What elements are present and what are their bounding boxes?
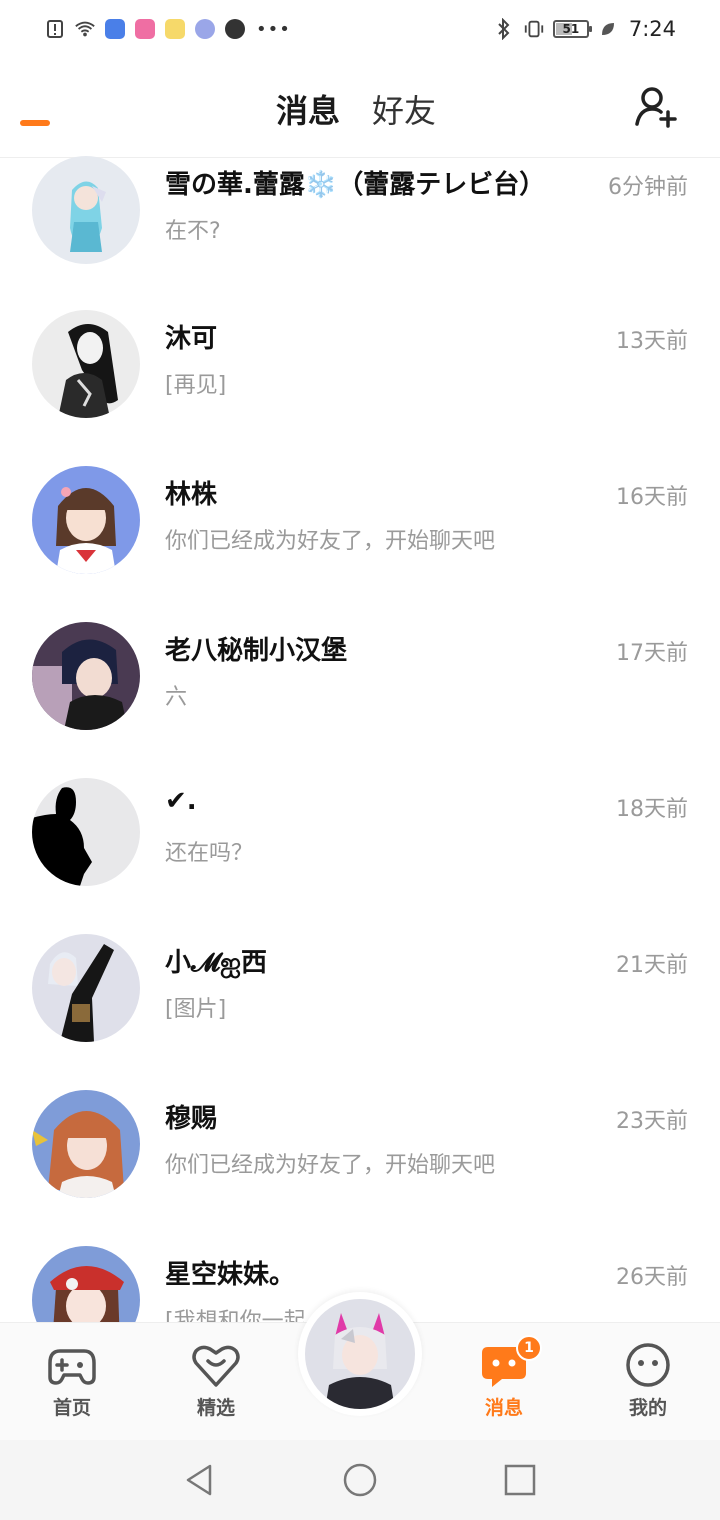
status-bar: ••• 51 7:24 [0, 0, 720, 58]
gamepad-icon [48, 1349, 96, 1385]
contact-name: 雪の華.蕾露❄️（蕾露テレビ台） [165, 170, 546, 200]
avatar [32, 934, 140, 1042]
bluetooth-icon [493, 18, 515, 40]
nav-me-label: 我的 [628, 1397, 667, 1419]
message-row[interactable]: 雪の華.蕾露❄️（蕾露テレビ台） 在不? 6分钟前 [0, 156, 720, 312]
contact-name: 穆赐 [165, 1104, 218, 1134]
avatar [32, 622, 140, 730]
message-row[interactable]: ✔. 还在吗？ 18天前 [0, 778, 720, 934]
center-avatar-button[interactable] [298, 1292, 422, 1416]
clock: 7:24 [628, 17, 676, 41]
nav-featured-label: 精选 [196, 1397, 235, 1419]
contact-name: 林株 [165, 480, 218, 510]
avatar [32, 1090, 140, 1198]
home-button[interactable] [342, 1462, 378, 1498]
wifi-icon [74, 18, 96, 40]
message-time: 6分钟前 [608, 175, 688, 200]
message-time: 23天前 [616, 1109, 688, 1134]
message-time: 16天前 [616, 485, 688, 510]
nav-home-label: 首页 [52, 1397, 91, 1419]
contact-name: ✔. [165, 786, 197, 816]
vibrate-icon [523, 18, 545, 40]
battery-percentage: 51 [562, 22, 580, 36]
tiktok-icon [224, 18, 246, 40]
nav-messages-label: 消息 [484, 1397, 523, 1419]
message-preview: [再见] [165, 373, 227, 398]
messages-screen: ••• 51 7:24 消息 好友 雪の華.蕾露❄️（蕾露テレビ台） 在不? 6… [0, 0, 720, 1520]
more-notifications-icon: ••• [256, 18, 291, 40]
music-app-icon [194, 18, 216, 40]
yellow-app-icon [164, 18, 186, 40]
alert-icon [44, 18, 66, 40]
nav-featured[interactable]: 精选 [176, 1341, 256, 1420]
shield-app-icon [104, 18, 126, 40]
pink-app-icon [134, 18, 156, 40]
message-preview: 在不? [165, 219, 221, 244]
message-row[interactable]: 老八秘制小汉堡 六 17天前 [0, 622, 720, 778]
avatar [32, 1246, 140, 1322]
message-time: 18天前 [616, 797, 688, 822]
heart-smile-icon [192, 1345, 240, 1387]
system-nav-bar [0, 1440, 720, 1520]
contact-name: 星空妹妹。 [165, 1260, 296, 1290]
leaf-icon [597, 18, 619, 40]
status-icons-left: ••• [44, 14, 291, 44]
status-icons-right: 51 7:24 [493, 14, 676, 44]
message-list: 雪の華.蕾露❄️（蕾露テレビ台） 在不? 6分钟前 沐可 [再见] 13天前 林… [0, 120, 720, 1322]
message-preview: [图片] [165, 997, 227, 1022]
message-time: 17天前 [616, 641, 688, 666]
message-row[interactable]: 沐可 [再见] 13天前 [0, 310, 720, 466]
nav-messages[interactable]: 1 消息 [464, 1335, 544, 1420]
message-preview: 还在吗？ [165, 841, 254, 866]
nav-home[interactable]: 首页 [32, 1341, 112, 1420]
message-preview: 你们已经成为好友了，开始聊天吧 [165, 529, 496, 554]
battery-indicator: 51 [552, 20, 592, 38]
nav-me[interactable]: 我的 [608, 1341, 688, 1420]
message-time: 26天前 [616, 1265, 688, 1290]
avatar [32, 778, 140, 886]
avatar [32, 466, 140, 574]
message-preview: 六 [165, 685, 188, 710]
recents-button[interactable] [502, 1462, 538, 1498]
face-icon [626, 1343, 670, 1387]
unread-badge: 1 [516, 1335, 542, 1361]
contact-name: 沐可 [165, 324, 218, 354]
message-time: 13天前 [616, 329, 688, 354]
message-row[interactable]: 穆赐 你们已经成为好友了，开始聊天吧 23天前 [0, 1090, 720, 1246]
back-button[interactable] [182, 1462, 218, 1498]
message-row[interactable]: 小𝓜ஐ西 [图片] 21天前 [0, 934, 720, 1090]
avatar [32, 156, 140, 264]
message-row[interactable]: 林株 你们已经成为好友了，开始聊天吧 16天前 [0, 466, 720, 622]
avatar [32, 310, 140, 418]
contact-name: 老八秘制小汉堡 [165, 636, 348, 666]
message-time: 21天前 [616, 953, 688, 978]
contact-name: 小𝓜ஐ西 [165, 948, 267, 978]
recents-square-icon [504, 1464, 536, 1496]
message-preview: 你们已经成为好友了，开始聊天吧 [165, 1153, 496, 1178]
home-circle-icon [343, 1463, 377, 1497]
back-triangle-icon [186, 1464, 212, 1496]
user-avatar [305, 1299, 415, 1409]
